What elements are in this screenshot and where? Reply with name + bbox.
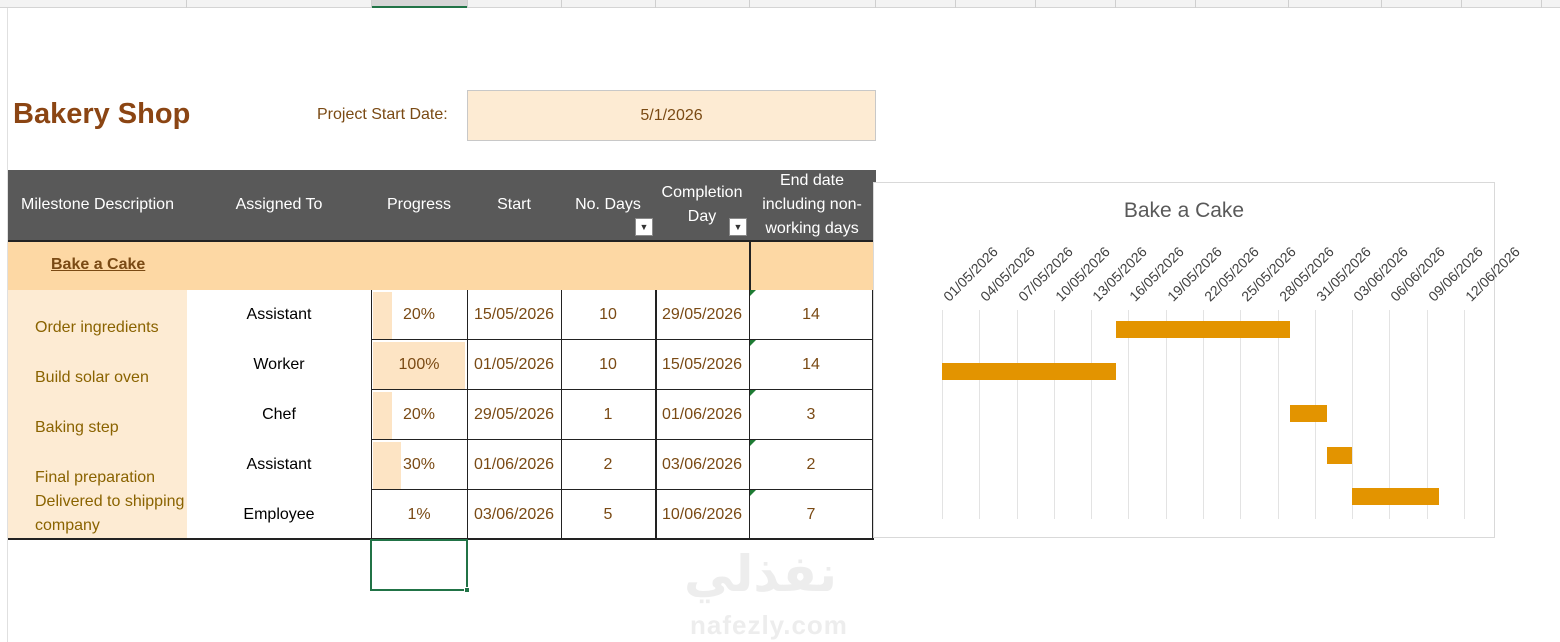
start-cell[interactable]: 03/06/2026 xyxy=(467,490,561,540)
days-cell[interactable]: 10 xyxy=(561,290,655,340)
column-separator xyxy=(1115,0,1116,8)
progress-cell[interactable]: 20% xyxy=(371,290,467,340)
assigned-cell[interactable]: Employee xyxy=(187,490,371,540)
gantt-bar[interactable] xyxy=(1327,447,1353,464)
comment-indicator[interactable] xyxy=(750,440,756,446)
gantt-bar[interactable] xyxy=(942,363,1117,380)
column-separator xyxy=(1541,0,1542,8)
column-separator xyxy=(955,0,956,8)
watermark-url: nafezly.com xyxy=(690,610,848,640)
days-cell[interactable]: 1 xyxy=(561,390,655,440)
chart-gridline xyxy=(1091,310,1093,519)
column-separator xyxy=(749,0,750,8)
project-start-date-cell[interactable]: 5/1/2026 xyxy=(467,90,876,141)
chart-gridline xyxy=(1016,310,1018,519)
completion-cell[interactable]: 10/06/2026 xyxy=(655,490,749,540)
chart-gridline xyxy=(1464,310,1466,519)
project-start-label[interactable]: Project Start Date: xyxy=(317,106,448,124)
watermark-logo: نفذلي xyxy=(684,546,838,602)
column-separator xyxy=(1288,0,1289,8)
days-cell[interactable]: 5 xyxy=(561,490,655,540)
table-body: Assistant 20% 15/05/2026 10 29/05/2026 1… xyxy=(0,290,880,540)
column-header-strip[interactable] xyxy=(0,0,1560,8)
column-separator xyxy=(1381,0,1382,8)
column-separator xyxy=(1195,0,1196,8)
chart-gridline xyxy=(1203,310,1205,519)
column-separator xyxy=(371,0,372,8)
column-separator xyxy=(467,0,468,8)
days-cell[interactable]: 2 xyxy=(561,440,655,490)
assigned-cell[interactable]: Assistant xyxy=(187,290,371,340)
chart-gridline xyxy=(1277,310,1279,519)
gantt-bar[interactable] xyxy=(1352,488,1440,505)
cell-border xyxy=(561,290,562,540)
chart-gridline xyxy=(1128,310,1130,519)
comment-indicator[interactable] xyxy=(750,390,756,396)
cell-border xyxy=(371,489,873,490)
cell-border xyxy=(371,339,873,340)
enddate-cell[interactable]: 14 xyxy=(749,340,873,390)
selected-cell[interactable] xyxy=(370,539,468,591)
column-separator xyxy=(655,0,656,8)
gantt-chart[interactable]: Bake a Cake 01/05/2026 04/05/2026 07/05/20… xyxy=(873,182,1523,538)
cell-border xyxy=(655,290,657,540)
days-cell[interactable]: 10 xyxy=(561,340,655,390)
start-cell[interactable]: 01/06/2026 xyxy=(467,440,561,490)
table-header: Milestone Description Assigned To Progre… xyxy=(8,170,876,240)
enddate-cell[interactable]: 14 xyxy=(749,290,873,340)
fill-handle[interactable] xyxy=(464,587,470,593)
assigned-cell[interactable]: Assistant xyxy=(187,440,371,490)
start-cell[interactable]: 01/05/2026 xyxy=(467,340,561,390)
header-milestone[interactable]: Milestone Description xyxy=(8,170,187,240)
start-cell[interactable]: 29/05/2026 xyxy=(467,390,561,440)
chart-title[interactable]: Bake a Cake xyxy=(874,199,1494,223)
group-row[interactable]: Bake a Cake xyxy=(8,240,873,290)
comment-indicator[interactable] xyxy=(750,490,756,496)
comment-indicator[interactable] xyxy=(750,290,756,296)
gantt-bar[interactable] xyxy=(1290,405,1328,422)
progress-cell[interactable]: 100% xyxy=(371,340,467,390)
column-separator xyxy=(186,0,187,8)
completion-cell[interactable]: 15/05/2026 xyxy=(655,340,749,390)
cell-border xyxy=(467,290,468,540)
column-separator xyxy=(875,0,876,8)
header-start[interactable]: Start xyxy=(467,170,561,240)
start-cell[interactable]: 15/05/2026 xyxy=(467,290,561,340)
group-label[interactable]: Bake a Cake xyxy=(51,256,145,274)
chart-gridline xyxy=(1240,310,1242,519)
chart-gridline xyxy=(979,310,981,519)
filter-dropdown-days[interactable]: ▼ xyxy=(635,218,653,236)
completion-cell[interactable]: 03/06/2026 xyxy=(655,440,749,490)
selected-column-header[interactable] xyxy=(371,0,467,8)
cell-border xyxy=(371,389,873,390)
enddate-cell[interactable]: 3 xyxy=(749,390,873,440)
header-assigned[interactable]: Assigned To xyxy=(187,170,371,240)
column-separator xyxy=(1461,0,1462,8)
chart-gridline xyxy=(942,310,943,519)
chart-gridline xyxy=(1165,310,1167,519)
group-divider xyxy=(749,242,751,290)
enddate-cell[interactable]: 2 xyxy=(749,440,873,490)
completion-cell[interactable]: 01/06/2026 xyxy=(655,390,749,440)
sheet-title[interactable]: Bakery Shop xyxy=(13,98,190,131)
completion-cell[interactable]: 29/05/2026 xyxy=(655,290,749,340)
assigned-cell[interactable]: Worker xyxy=(187,340,371,390)
progress-cell[interactable]: 30% xyxy=(371,440,467,490)
gantt-bar[interactable] xyxy=(1116,321,1291,338)
enddate-cell[interactable]: 7 xyxy=(749,490,873,540)
column-separator xyxy=(561,0,562,8)
cell-border xyxy=(371,439,873,440)
filter-dropdown-completion[interactable]: ▼ xyxy=(729,218,747,236)
header-progress[interactable]: Progress xyxy=(371,170,467,240)
cell-border xyxy=(371,290,372,540)
cell-border xyxy=(749,290,750,540)
progress-cell[interactable]: 1% xyxy=(371,490,467,540)
header-enddate[interactable]: End date including non-working days xyxy=(749,170,875,240)
comment-indicator[interactable] xyxy=(750,340,756,346)
column-separator xyxy=(1035,0,1036,8)
progress-cell[interactable]: 20% xyxy=(371,390,467,440)
assigned-cell[interactable]: Chef xyxy=(187,390,371,440)
chart-gridline xyxy=(1053,310,1055,519)
